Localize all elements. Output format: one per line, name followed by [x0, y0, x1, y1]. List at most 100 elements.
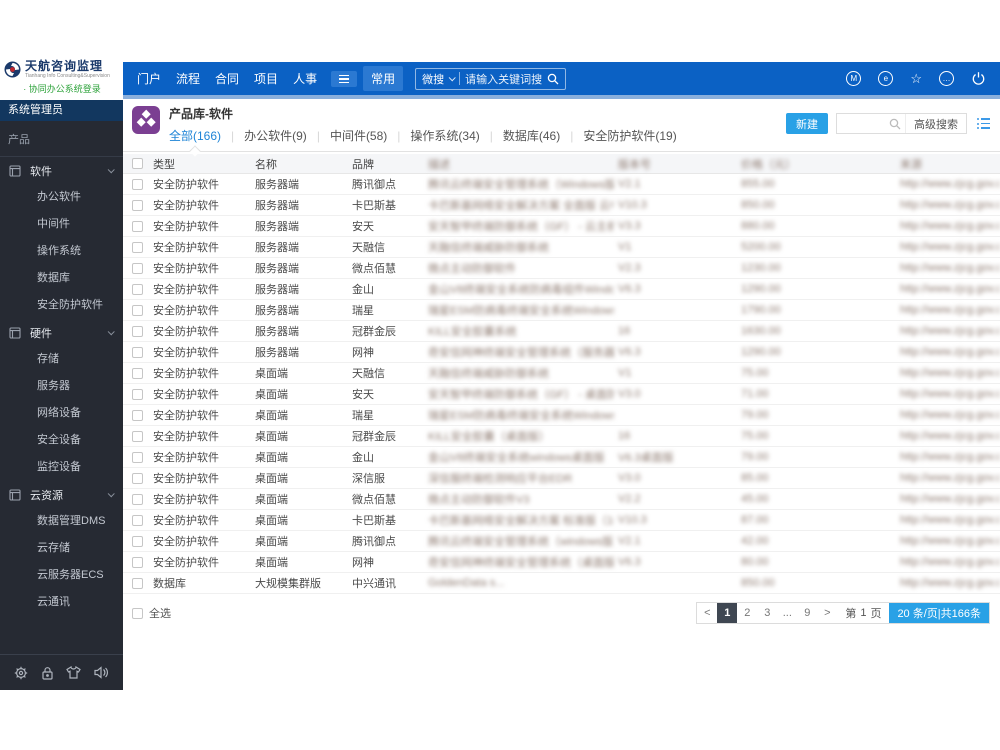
table-search-input[interactable] — [837, 115, 885, 132]
sidebar-group-hardware[interactable]: 硬件 — [0, 319, 123, 346]
sidebar-item-数据库[interactable]: 数据库 — [0, 265, 123, 292]
row-checkbox[interactable] — [132, 367, 143, 379]
power-logout-icon[interactable] — [971, 71, 986, 86]
tab-操作系统(34)[interactable]: 操作系统(34) — [410, 127, 479, 144]
row-checkbox[interactable] — [132, 556, 143, 568]
sidebar-item-网络设备[interactable]: 网络设备 — [0, 400, 123, 427]
topnav-item-流程[interactable]: 流程 — [176, 70, 200, 87]
select-all-checkbox[interactable] — [132, 607, 143, 619]
table-row[interactable]: 安全防护软件 服务器端 冠群金辰 KILL安全胶囊系统 16 1630.00 http://… — [123, 321, 1000, 342]
tab-中间件(58)[interactable]: 中间件(58) — [330, 127, 387, 144]
row-checkbox[interactable] — [132, 409, 143, 421]
page-prev-button[interactable]: < — [697, 603, 717, 623]
settings-gear-icon[interactable] — [14, 666, 28, 680]
cell-source: http://www.zjcg.gov.cn/cjgj/ — [900, 346, 1000, 358]
row-checkbox[interactable] — [132, 199, 143, 211]
tab-安全防护软件(19)[interactable]: 安全防护软件(19) — [583, 127, 676, 144]
page-next-button[interactable]: > — [817, 603, 837, 623]
current-page-number[interactable]: 1 — [860, 607, 866, 619]
oa-login-link[interactable]: · 协同办公系统登录 — [4, 82, 120, 95]
sidebar-item-云通讯[interactable]: 云通讯 — [0, 589, 123, 616]
search-icon[interactable] — [547, 73, 559, 85]
tab-全部(166)[interactable]: 全部(166) — [169, 127, 221, 144]
table-row[interactable]: 安全防护软件 服务器端 卡巴斯基 卡巴斯基网络安全解决方案 全面版 云中心安全防护（1… — [123, 195, 1000, 216]
favorite-star-icon[interactable]: ☆ — [910, 72, 922, 85]
row-checkbox[interactable] — [132, 493, 143, 505]
volume-icon[interactable] — [94, 666, 109, 679]
tab-办公软件(9)[interactable]: 办公软件(9) — [244, 127, 307, 144]
row-checkbox[interactable] — [132, 451, 143, 463]
table-row[interactable]: 安全防护软件 服务器端 天融信 天融信终端威胁防御系统 V1 5200.00 http://… — [123, 237, 1000, 258]
sidebar-item-中间件[interactable]: 中间件 — [0, 211, 123, 238]
table-row[interactable]: 安全防护软件 桌面端 瑞星 瑞星ESM防病毒终端安全系统Windows桌面版 79.00… — [123, 405, 1000, 426]
table-row[interactable]: 安全防护软件 桌面端 冠群金辰 KILL安全胶囊（桌面版） 16 75.00 http://… — [123, 426, 1000, 447]
view-list-icon[interactable] — [977, 118, 990, 129]
cell-source: http://www.zjcg.gov.cn/cjgj/ — [900, 472, 1000, 484]
sidebar-item-存储[interactable]: 存储 — [0, 346, 123, 373]
sidebar-item-数据管理DMS[interactable]: 数据管理DMS — [0, 508, 123, 535]
sidebar-item-云存储[interactable]: 云存储 — [0, 535, 123, 562]
table-row[interactable]: 安全防护软件 桌面端 金山 金山V8终端安全系统windows桌面版 V6.3桌面版 79… — [123, 447, 1000, 468]
table-row[interactable]: 安全防护软件 桌面端 安天 安天智甲终端防御系统（GF） - 桌面防护系统 V3.0 71… — [123, 384, 1000, 405]
table-row[interactable]: 安全防护软件 服务器端 微点佰慧 微点主动防御软件 V2.3 1230.00 http://… — [123, 258, 1000, 279]
sidebar-item-操作系统[interactable]: 操作系统 — [0, 238, 123, 265]
table-row[interactable]: 安全防护软件 服务器端 腾讯御点 腾讯云终端安全管理系统（Windows版） V2.1 8… — [123, 174, 1000, 195]
m-badge-icon[interactable]: M — [846, 71, 862, 86]
page-number-2[interactable]: 2 — [737, 603, 757, 623]
row-checkbox[interactable] — [132, 430, 143, 442]
search-scope-label[interactable]: 微搜 — [422, 71, 444, 87]
table-row[interactable]: 安全防护软件 桌面端 卡巴斯基 卡巴斯基网络安全解决方案 标准版（10节点） - KS… — [123, 510, 1000, 531]
row-checkbox[interactable] — [132, 283, 143, 295]
sidebar-item-服务器[interactable]: 服务器 — [0, 373, 123, 400]
sidebar-item-安全设备[interactable]: 安全设备 — [0, 427, 123, 454]
quick-menu-button[interactable]: 常用 — [363, 66, 404, 91]
page-number-9[interactable]: 9 — [797, 603, 817, 623]
more-options-icon[interactable]: … — [939, 71, 954, 86]
message-icon[interactable]: e — [878, 71, 894, 86]
lock-icon[interactable] — [41, 666, 54, 680]
topnav-item-门户[interactable]: 门户 — [137, 70, 161, 87]
row-checkbox[interactable] — [132, 514, 143, 526]
row-checkbox[interactable] — [132, 346, 143, 358]
tab-数据库(46)[interactable]: 数据库(46) — [503, 127, 560, 144]
row-checkbox[interactable] — [132, 577, 143, 589]
table-row[interactable]: 数据库 大规模集群版 中兴通讯 GoldenData s... 850.00 http:/… — [123, 573, 1000, 594]
page-number-1[interactable]: 1 — [717, 603, 738, 623]
row-checkbox[interactable] — [132, 220, 143, 232]
row-checkbox[interactable] — [132, 178, 143, 190]
table-row[interactable]: 安全防护软件 桌面端 腾讯御点 腾讯云终端安全管理系统（windows版）V2.1 V2… — [123, 531, 1000, 552]
theme-shirt-icon[interactable] — [66, 666, 82, 679]
table-row[interactable]: 安全防护软件 服务器端 安天 安天智甲终端防御系统（GF） - 云主机防护系统 V3.3… — [123, 216, 1000, 237]
table-row[interactable]: 安全防护软件 桌面端 深信服 深信服终端检测响应平台EDR V3.0 85.00 http:… — [123, 468, 1000, 489]
row-checkbox[interactable] — [132, 472, 143, 484]
sidebar-item-安全防护软件[interactable]: 安全防护软件 — [0, 292, 123, 319]
menu-toggle-button[interactable] — [331, 70, 358, 87]
table-row[interactable]: 安全防护软件 服务器端 瑞星 瑞星ESM防病毒终端安全系统Windows服务器版 179… — [123, 300, 1000, 321]
sidebar-item-办公软件[interactable]: 办公软件 — [0, 184, 123, 211]
row-checkbox[interactable] — [132, 304, 143, 316]
global-search-box[interactable]: 微搜 请输入关键词搜 — [415, 67, 567, 90]
row-checkbox[interactable] — [132, 262, 143, 274]
sidebar-item-监控设备[interactable]: 监控设备 — [0, 454, 123, 481]
sidebar-group-software[interactable]: 软件 — [0, 157, 123, 184]
table-row[interactable]: 安全防护软件 桌面端 天融信 天融信终端威胁防御系统 V1 75.00 http://www… — [123, 363, 1000, 384]
topnav-item-人事[interactable]: 人事 — [293, 70, 317, 87]
row-checkbox[interactable] — [132, 241, 143, 253]
table-row[interactable]: 安全防护软件 桌面端 网神 奇安信网神终端安全管理系统（桌面版） V6.3 80.00 ht… — [123, 552, 1000, 573]
row-checkbox[interactable] — [132, 535, 143, 547]
row-checkbox[interactable] — [132, 388, 143, 400]
page-number-3[interactable]: 3 — [757, 603, 777, 623]
topnav-item-项目[interactable]: 项目 — [254, 70, 278, 87]
sidebar-item-云服务器ECS[interactable]: 云服务器ECS — [0, 562, 123, 589]
select-all-control[interactable]: 全选 — [132, 605, 171, 621]
table-row[interactable]: 安全防护软件 服务器端 网神 奇安信网神终端安全管理系统（服务器版） V6.3 1290.… — [123, 342, 1000, 363]
header-checkbox[interactable] — [132, 158, 143, 169]
row-checkbox[interactable] — [132, 325, 143, 337]
sidebar-group-cloud[interactable]: 云资源 — [0, 481, 123, 508]
table-row[interactable]: 安全防护软件 服务器端 金山 金山V8终端安全系统防病毒组件Windows服务器版 V6… — [123, 279, 1000, 300]
advanced-search-button[interactable]: 高级搜索 — [905, 114, 966, 133]
table-row[interactable]: 安全防护软件 桌面端 微点佰慧 微点主动防御软件V3 V2.2 45.00 http://w… — [123, 489, 1000, 510]
search-icon[interactable] — [889, 118, 901, 130]
new-button[interactable]: 新建 — [786, 113, 828, 134]
topnav-item-合同[interactable]: 合同 — [215, 70, 239, 87]
